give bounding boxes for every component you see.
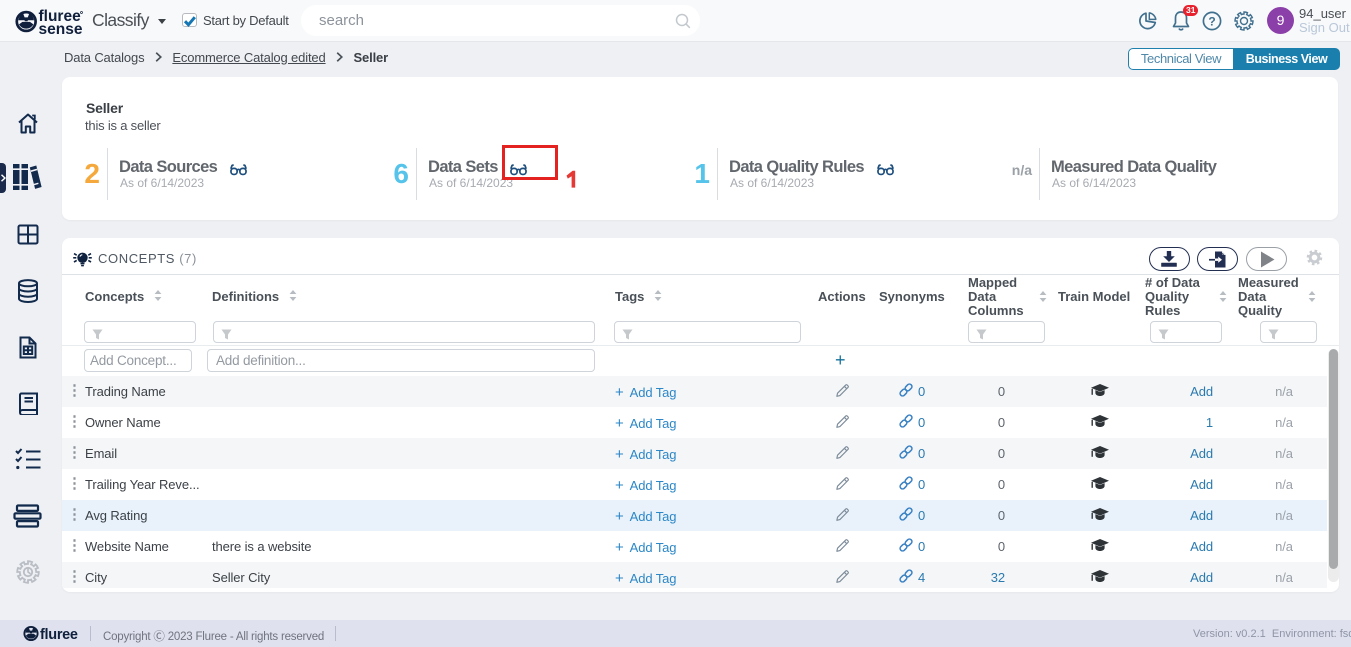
svg-text:sense: sense	[39, 21, 83, 35]
svg-text:fluree: fluree	[40, 627, 78, 642]
svg-text:?: ?	[1208, 14, 1215, 28]
